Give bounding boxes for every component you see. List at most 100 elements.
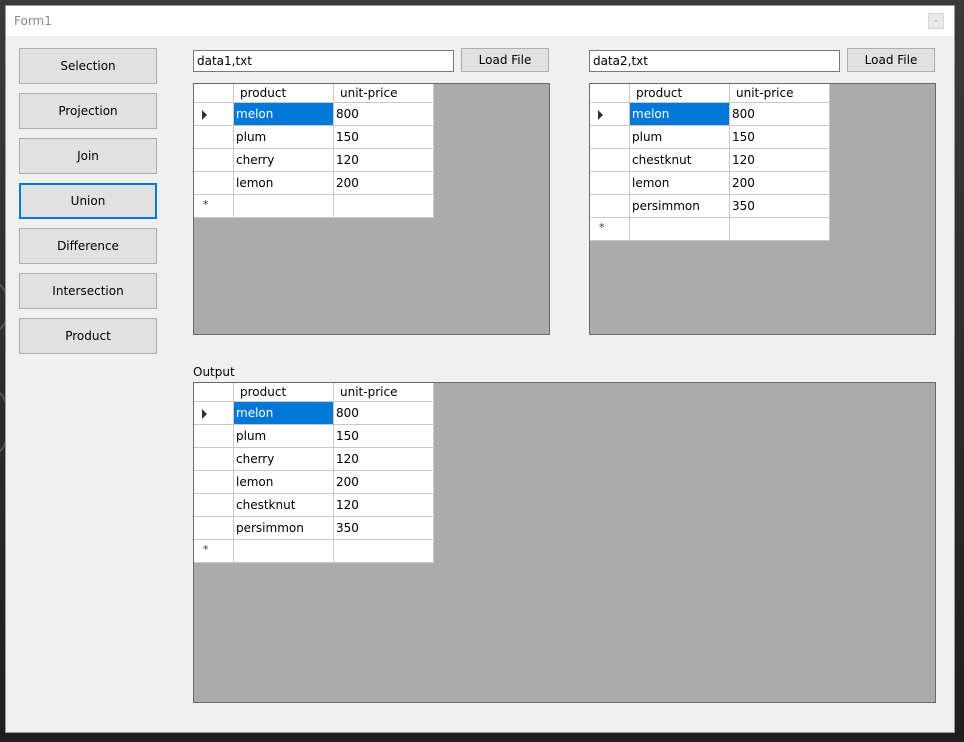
cell-product[interactable] [234, 540, 334, 563]
intersection-button[interactable]: Intersection [19, 273, 157, 309]
cell-product[interactable]: chestknut [234, 494, 334, 517]
column-header-unit-price[interactable]: unit-price [730, 84, 830, 103]
data2-grid[interactable]: product unit-price melon 800 plum 150 ch… [589, 83, 936, 335]
projection-button[interactable]: Projection [19, 93, 157, 129]
cell-unit-price[interactable]: 120 [334, 494, 434, 517]
table-row[interactable]: cherry 120 [194, 149, 434, 172]
cell-product[interactable] [234, 195, 334, 218]
cell-product[interactable] [630, 218, 730, 241]
join-button[interactable]: Join [19, 138, 157, 174]
table-row[interactable]: lemon 200 [194, 471, 434, 494]
table-row[interactable]: chestknut 120 [194, 494, 434, 517]
table-row[interactable]: melon 800 [194, 103, 434, 126]
row-header[interactable] [590, 149, 630, 172]
cell-product[interactable]: melon [234, 103, 334, 126]
table-row[interactable]: melon 800 [590, 103, 830, 126]
load-file-button-2[interactable]: Load File [847, 48, 935, 72]
selection-button[interactable]: Selection [19, 48, 157, 84]
minimize-button[interactable]: - [928, 13, 944, 29]
table-row[interactable]: lemon 200 [194, 172, 434, 195]
row-header[interactable] [194, 172, 234, 195]
row-header[interactable]: * [194, 195, 234, 218]
column-header-product[interactable]: product [630, 84, 730, 103]
cell-unit-price[interactable] [730, 218, 830, 241]
column-header-unit-price[interactable]: unit-price [334, 383, 434, 402]
row-header[interactable] [590, 126, 630, 149]
cell-unit-price[interactable]: 150 [334, 126, 434, 149]
cell-product[interactable]: plum [234, 126, 334, 149]
cell-unit-price[interactable] [334, 195, 434, 218]
new-row-icon: * [203, 198, 209, 211]
table-row[interactable]: cherry 120 [194, 448, 434, 471]
table-row[interactable]: chestknut 120 [590, 149, 830, 172]
column-header-unit-price[interactable]: unit-price [334, 84, 434, 103]
new-row-icon: * [203, 543, 209, 556]
union-button[interactable]: Union [19, 183, 157, 219]
cell-product[interactable]: lemon [630, 172, 730, 195]
cell-unit-price[interactable]: 800 [334, 103, 434, 126]
column-header-product[interactable]: product [234, 383, 334, 402]
row-header[interactable] [194, 448, 234, 471]
cell-product[interactable]: melon [630, 103, 730, 126]
cell-unit-price[interactable]: 350 [730, 195, 830, 218]
data1-path-input[interactable]: data1,txt [193, 50, 454, 72]
title-bar: Form1 - [6, 6, 954, 36]
cell-unit-price[interactable]: 800 [730, 103, 830, 126]
cell-product[interactable]: persimmon [234, 517, 334, 540]
row-header[interactable] [194, 425, 234, 448]
row-header-corner [590, 84, 630, 103]
data2-path-input[interactable]: data2,txt [589, 50, 840, 72]
table-row[interactable]: persimmon 350 [590, 195, 830, 218]
product-button[interactable]: Product [19, 318, 157, 354]
table-row[interactable]: persimmon 350 [194, 517, 434, 540]
row-header[interactable] [194, 103, 234, 126]
row-header[interactable]: * [590, 218, 630, 241]
cell-unit-price[interactable]: 120 [334, 448, 434, 471]
cell-unit-price[interactable]: 120 [730, 149, 830, 172]
row-header[interactable] [194, 517, 234, 540]
table-row[interactable]: plum 150 [194, 126, 434, 149]
current-row-icon [202, 110, 207, 120]
row-header-corner [194, 84, 234, 103]
cell-product[interactable]: chestknut [630, 149, 730, 172]
current-row-icon [202, 409, 207, 419]
table-row[interactable]: plum 150 [590, 126, 830, 149]
difference-button[interactable]: Difference [19, 228, 157, 264]
cell-unit-price[interactable]: 120 [334, 149, 434, 172]
column-header-product[interactable]: product [234, 84, 334, 103]
cell-unit-price[interactable]: 150 [730, 126, 830, 149]
row-header[interactable] [194, 494, 234, 517]
cell-product[interactable]: persimmon [630, 195, 730, 218]
table-row[interactable]: plum 150 [194, 425, 434, 448]
row-header[interactable] [590, 172, 630, 195]
load-file-button-1[interactable]: Load File [461, 48, 549, 72]
cell-product[interactable]: lemon [234, 471, 334, 494]
cell-product[interactable]: melon [234, 402, 334, 425]
row-header[interactable] [590, 103, 630, 126]
cell-unit-price[interactable]: 200 [334, 471, 434, 494]
row-header[interactable] [194, 402, 234, 425]
new-row[interactable]: * [194, 195, 434, 218]
new-row[interactable]: * [194, 540, 434, 563]
row-header[interactable] [590, 195, 630, 218]
cell-unit-price[interactable] [334, 540, 434, 563]
row-header[interactable]: * [194, 540, 234, 563]
cell-product[interactable]: cherry [234, 448, 334, 471]
new-row[interactable]: * [590, 218, 830, 241]
output-grid[interactable]: product unit-price melon 800 plum 150 ch… [193, 382, 936, 703]
cell-unit-price[interactable]: 800 [334, 402, 434, 425]
cell-unit-price[interactable]: 200 [730, 172, 830, 195]
cell-unit-price[interactable]: 200 [334, 172, 434, 195]
cell-product[interactable]: plum [234, 425, 334, 448]
cell-unit-price[interactable]: 350 [334, 517, 434, 540]
cell-product[interactable]: lemon [234, 172, 334, 195]
row-header[interactable] [194, 149, 234, 172]
table-row[interactable]: melon 800 [194, 402, 434, 425]
cell-product[interactable]: cherry [234, 149, 334, 172]
cell-product[interactable]: plum [630, 126, 730, 149]
cell-unit-price[interactable]: 150 [334, 425, 434, 448]
data1-grid[interactable]: product unit-price melon 800 plum 150 ch… [193, 83, 550, 335]
row-header[interactable] [194, 471, 234, 494]
row-header[interactable] [194, 126, 234, 149]
table-row[interactable]: lemon 200 [590, 172, 830, 195]
